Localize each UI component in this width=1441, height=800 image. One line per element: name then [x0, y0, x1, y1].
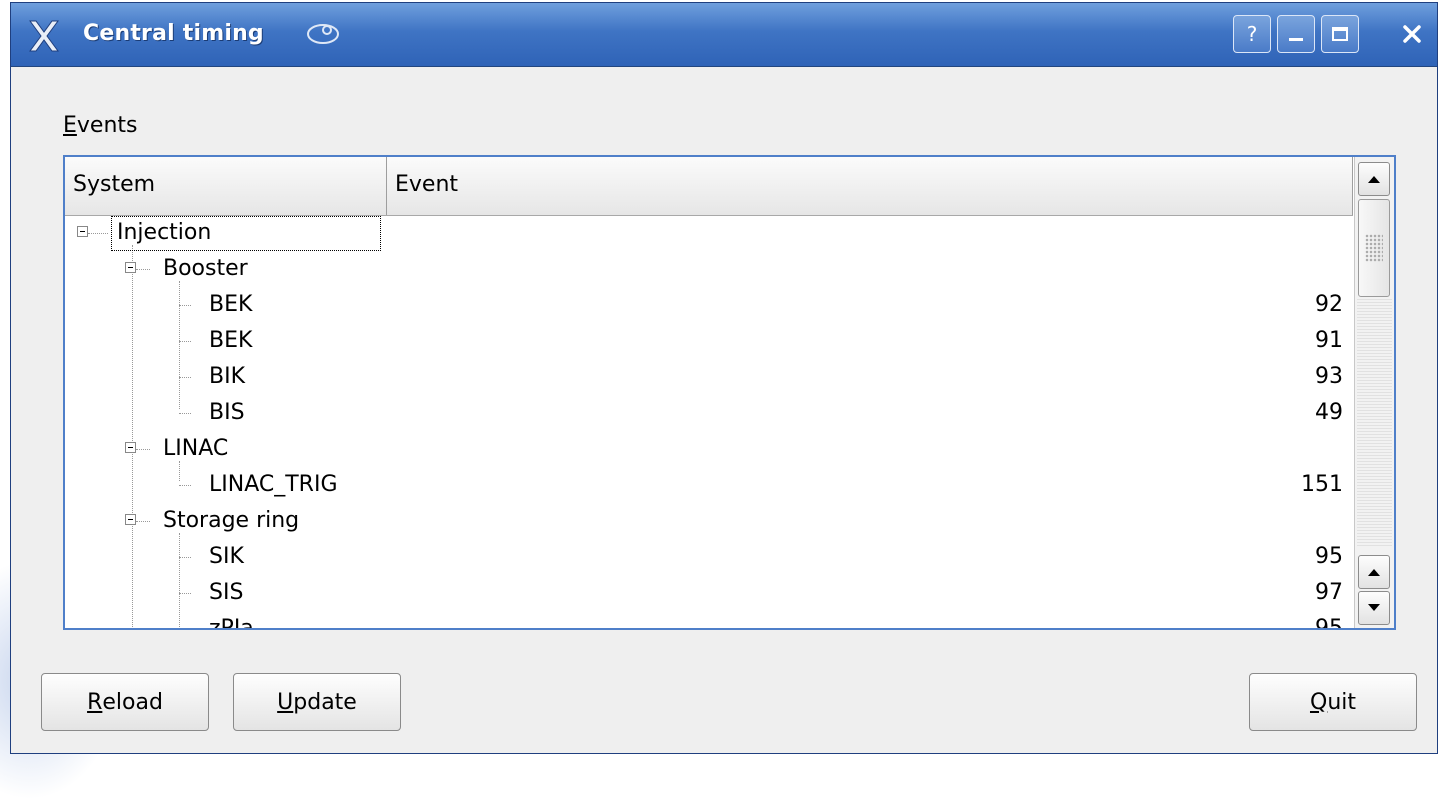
collapse-icon[interactable]: [125, 262, 136, 273]
tree-connector: [179, 629, 191, 630]
events-label-mnemonic: E: [63, 113, 77, 138]
suse-chameleon-icon: [307, 24, 339, 44]
tree-leaf-label: SIK: [209, 544, 244, 569]
grip-icon: [1365, 234, 1383, 262]
quit-mnemonic: Q: [1309, 689, 1328, 715]
update-label: pdate: [293, 689, 357, 715]
tree-connector: [136, 269, 150, 270]
tree-leaf[interactable]: BIS 49: [65, 395, 1353, 431]
scroll-up-button[interactable]: [1358, 162, 1390, 196]
event-value: 91: [1315, 328, 1343, 353]
arrow-up-icon: [1368, 176, 1380, 183]
tree-leaf[interactable]: BEK 92: [65, 287, 1353, 323]
collapse-icon[interactable]: [125, 442, 136, 453]
tree-connector: [179, 485, 191, 486]
tree-connector: [179, 377, 191, 378]
tree-connector: [179, 341, 191, 342]
tree-connector: [179, 593, 191, 594]
tree-node-storage-ring[interactable]: Storage ring: [65, 503, 1353, 539]
events-label-text: vents: [76, 113, 138, 138]
tree-leaf[interactable]: BEK 91: [65, 323, 1353, 359]
tree-leaf-label: BIK: [209, 364, 246, 389]
tree-connector: [136, 521, 150, 522]
tree-node-injection[interactable]: Injection: [65, 215, 1353, 251]
scroll-up-button-lower[interactable]: [1358, 555, 1390, 589]
tree-connector: [179, 413, 191, 414]
tree-leaf[interactable]: zPIa 95: [65, 611, 1353, 630]
tree-leaf-label: BEK: [209, 292, 253, 317]
tree-connector: [88, 233, 108, 234]
tree-leaf[interactable]: SIK 95: [65, 539, 1353, 575]
tree-node-label: Injection: [117, 220, 212, 245]
close-icon: [1403, 25, 1421, 43]
arrow-up-icon: [1368, 569, 1380, 576]
tree-node-label: Storage ring: [163, 508, 300, 533]
event-value: 49: [1315, 400, 1343, 425]
tree-node-label: Booster: [163, 256, 248, 281]
tree-leaf[interactable]: SIS 97: [65, 575, 1353, 611]
quit-label: uit: [1327, 689, 1356, 715]
events-label: Events: [63, 113, 138, 138]
scrollbar-track[interactable]: [1357, 297, 1392, 546]
tree-leaf[interactable]: BIK 93: [65, 359, 1353, 395]
scrollbar-thumb[interactable]: [1358, 199, 1390, 297]
tree-connector: [136, 449, 150, 450]
tree-node-booster[interactable]: Booster: [65, 251, 1353, 287]
help-icon: ?: [1246, 22, 1258, 46]
update-button[interactable]: Update: [233, 673, 401, 731]
collapse-icon[interactable]: [125, 514, 136, 525]
tree-leaf-label: SIS: [209, 580, 244, 605]
tree-leaf-label: zPIa: [209, 616, 254, 630]
x-logo-icon[interactable]: [27, 19, 61, 53]
maximize-icon: [1332, 27, 1348, 41]
tree-leaf-label: LINAC_TRIG: [209, 472, 338, 497]
help-button[interactable]: ?: [1233, 15, 1271, 53]
scroll-down-button[interactable]: [1358, 591, 1390, 625]
minimize-icon: [1289, 38, 1303, 41]
event-value: 151: [1301, 472, 1343, 497]
column-header-event[interactable]: Event: [387, 157, 1353, 215]
minimize-button[interactable]: [1277, 15, 1315, 53]
collapse-icon[interactable]: [77, 226, 88, 237]
tree-leaf-label: BEK: [209, 328, 253, 353]
tree-leaf-label: BIS: [209, 400, 245, 425]
tree-header: System Event: [65, 157, 1353, 216]
tree-node-label: LINAC: [163, 436, 229, 461]
central-timing-window: Central timing ? Events System Event Inj…: [10, 2, 1438, 754]
event-value: 92: [1315, 292, 1343, 317]
tree-node-linac[interactable]: LINAC: [65, 431, 1353, 467]
close-button[interactable]: [1393, 15, 1431, 53]
reload-label: eload: [102, 689, 163, 715]
event-value: 97: [1315, 580, 1343, 605]
vertical-scrollbar[interactable]: [1354, 157, 1394, 628]
tree-rows: Injection Booster BEK 92 BEK 91 BIK 93 B…: [65, 215, 1353, 630]
reload-mnemonic: R: [87, 689, 103, 715]
event-value: 95: [1315, 544, 1343, 569]
event-value: 95: [1315, 616, 1343, 630]
tree-connector: [179, 557, 191, 558]
tree-leaf[interactable]: LINAC_TRIG 151: [65, 467, 1353, 503]
title-bar[interactable]: Central timing ?: [11, 3, 1437, 67]
column-header-system[interactable]: System: [65, 157, 387, 215]
reload-button[interactable]: Reload: [41, 673, 209, 731]
quit-button[interactable]: Quit: [1249, 673, 1417, 731]
maximize-button[interactable]: [1321, 15, 1359, 53]
tree-connector: [179, 305, 191, 306]
window-title: Central timing: [83, 21, 264, 46]
arrow-down-icon: [1368, 604, 1380, 611]
events-tree-view[interactable]: System Event Injection Booster BEK 92 BE…: [63, 155, 1396, 630]
update-mnemonic: U: [277, 689, 294, 715]
event-value: 93: [1315, 364, 1343, 389]
